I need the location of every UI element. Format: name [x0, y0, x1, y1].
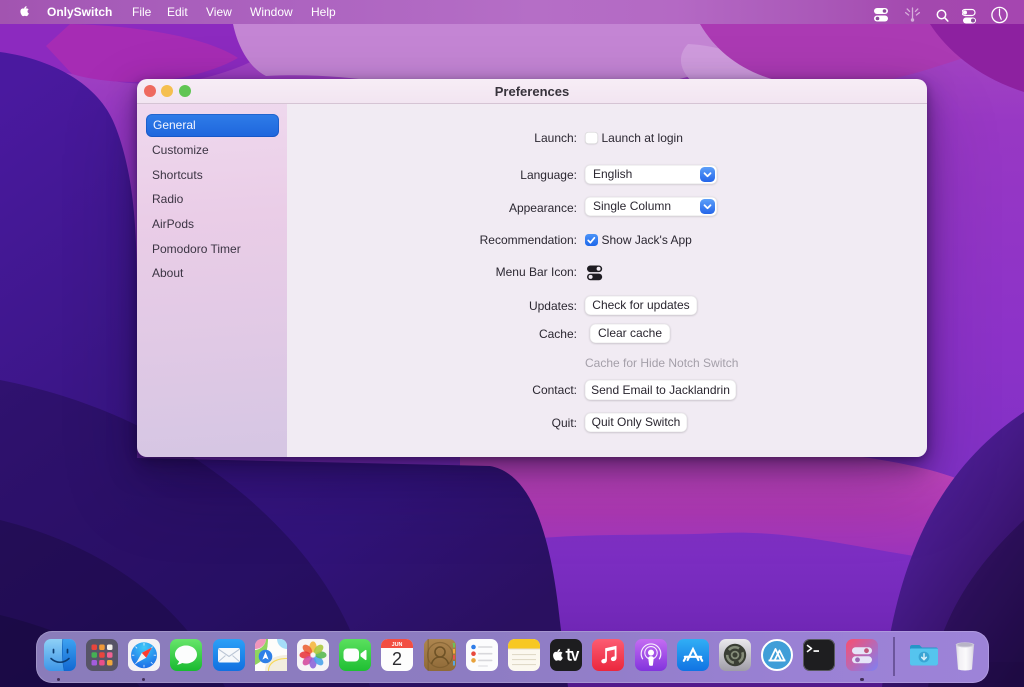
- svg-text:2: 2: [392, 649, 402, 669]
- svg-text:JUN: JUN: [392, 642, 403, 648]
